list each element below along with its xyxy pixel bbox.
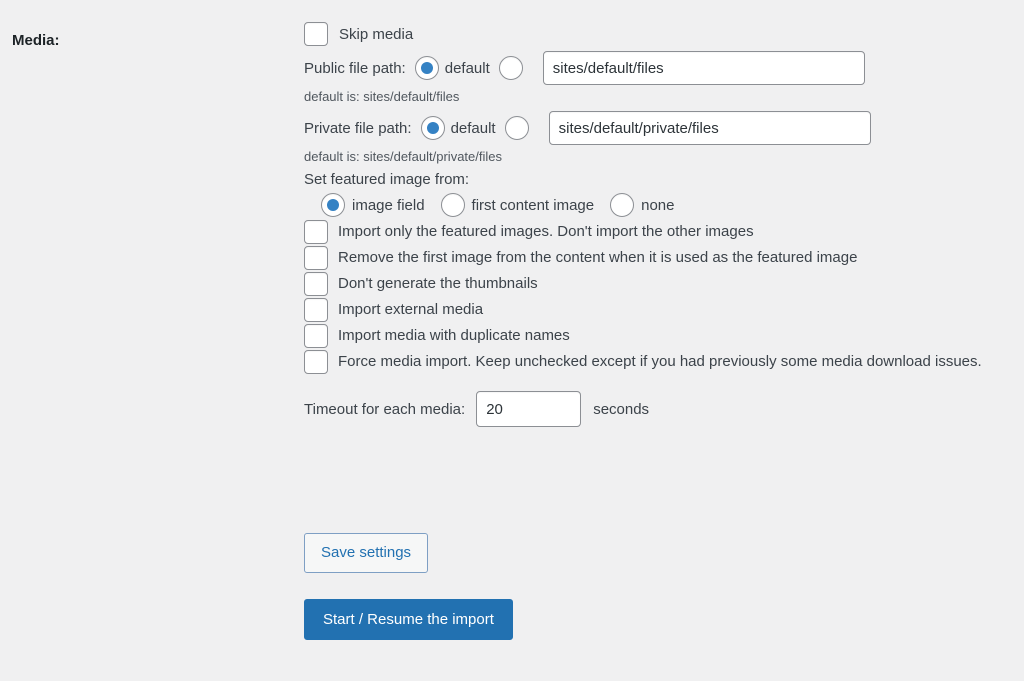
import-external-media-label: Import external media [338,297,483,323]
timeout-input[interactable] [476,391,581,427]
public-file-path-label: Public file path: [304,60,406,77]
no-thumbnails-checkbox[interactable] [304,272,328,296]
public-file-path-hint: default is: sites/default/files [304,88,1004,106]
featured-image-option-first-content-image-radio[interactable] [441,193,465,217]
checkbox-row-import-only-featured: Import only the featured images. Don't i… [304,219,1004,245]
no-thumbnails-label: Don't generate the thumbnails [338,271,538,297]
checkbox-row-no-thumbnails: Don't generate the thumbnails [304,271,1004,297]
remove-first-image-checkbox[interactable] [304,246,328,270]
force-media-import-label: Force media import. Keep unchecked excep… [338,349,982,375]
private-file-path-custom-radio[interactable] [505,116,529,140]
start-resume-import-button[interactable]: Start / Resume the import [304,599,513,640]
featured-image-options: image field first content image none [304,191,1004,219]
public-file-path-default-radio[interactable] [415,56,439,80]
checkbox-row-remove-first-image: Remove the first image from the content … [304,245,1004,271]
skip-media-row: Skip media [304,20,1004,48]
private-file-path-label: Private file path: [304,120,412,137]
skip-media-checkbox[interactable] [304,22,328,46]
save-settings-button[interactable]: Save settings [304,533,428,573]
public-file-path-row: Public file path: default [304,48,1004,88]
checkbox-row-import-duplicate-names: Import media with duplicate names [304,323,1004,349]
private-file-path-hint: default is: sites/default/private/files [304,148,1004,166]
skip-media-label: Skip media [339,26,413,43]
remove-first-image-label: Remove the first image from the content … [338,245,857,271]
import-duplicate-names-label: Import media with duplicate names [338,323,570,349]
checkbox-row-import-external-media: Import external media [304,297,1004,323]
private-file-path-input[interactable] [549,111,871,145]
force-media-import-checkbox[interactable] [304,350,328,374]
featured-image-option-first-content-image-label: first content image [472,197,595,214]
featured-image-option-none-label: none [641,197,674,214]
media-settings-fields: Skip media Public file path: default def… [304,20,1004,432]
import-duplicate-names-checkbox[interactable] [304,324,328,348]
private-file-path-default-label: default [451,120,496,137]
timeout-label: Timeout for each media: [304,401,465,418]
featured-image-option-none-radio[interactable] [610,193,634,217]
timeout-unit-label: seconds [593,401,649,418]
checkbox-row-force-media-import: Force media import. Keep unchecked excep… [304,349,1004,375]
public-file-path-default-label: default [445,60,490,77]
private-file-path-row: Private file path: default [304,108,1004,148]
featured-image-option-image-field-radio[interactable] [321,193,345,217]
public-file-path-custom-radio[interactable] [499,56,523,80]
import-external-media-checkbox[interactable] [304,298,328,322]
featured-image-option-image-field-label: image field [352,197,425,214]
import-only-featured-label: Import only the featured images. Don't i… [338,219,754,245]
media-section-label: Media: [12,32,60,49]
public-file-path-input[interactable] [543,51,865,85]
import-only-featured-checkbox[interactable] [304,220,328,244]
timeout-row: Timeout for each media: seconds [304,386,1004,432]
featured-image-title: Set featured image from: [304,169,1004,191]
private-file-path-default-radio[interactable] [421,116,445,140]
